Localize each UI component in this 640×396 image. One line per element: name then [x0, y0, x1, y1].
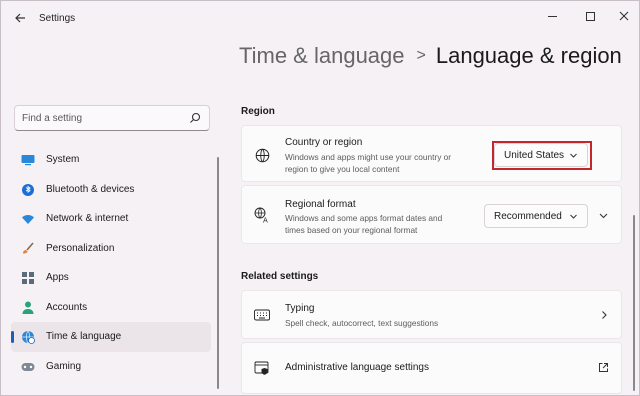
- sidebar-item-bluetooth[interactable]: Bluetooth & devices: [11, 175, 211, 205]
- sidebar-item-label: Apps: [46, 272, 69, 283]
- sidebar-item-time-language[interactable]: Time & language: [11, 322, 211, 352]
- external-link-icon: [599, 363, 608, 372]
- globe-icon: [254, 147, 270, 163]
- admin-shield-icon: [254, 360, 270, 376]
- minimize-icon: [547, 15, 557, 17]
- wifi-icon: [21, 212, 35, 226]
- page-title: Language & region: [435, 43, 622, 68]
- chevron-down-icon: [570, 214, 577, 219]
- related-settings-title: Related settings: [241, 271, 319, 282]
- svg-text:A: A: [263, 217, 268, 224]
- country-region-title: Country or region: [285, 137, 363, 148]
- admin-language-title: Administrative language settings: [285, 362, 429, 373]
- highlight-box: [492, 141, 592, 170]
- sidebar-item-accounts[interactable]: Accounts: [11, 293, 211, 323]
- regional-format-value: Recommended: [494, 211, 562, 222]
- close-button[interactable]: [605, 3, 640, 29]
- search-box[interactable]: [14, 105, 210, 131]
- regional-format-title: Regional format: [285, 199, 356, 210]
- sidebar-item-label: Network & internet: [46, 213, 129, 224]
- regional-format-desc-1: Windows and some apps format dates and: [285, 213, 443, 223]
- settings-window: Settings Time & language > Language & re…: [0, 0, 640, 396]
- expand-chevron-icon[interactable]: [598, 210, 609, 221]
- regional-format-icon: A: [254, 207, 270, 223]
- country-region-desc-1: Windows and apps might use your country …: [285, 152, 452, 162]
- regional-format-desc-2: times based on your regional format: [285, 225, 418, 235]
- back-arrow-icon: [15, 13, 25, 23]
- typing-card[interactable]: Typing Spell check, autocorrect, text su…: [241, 290, 622, 339]
- country-region-desc-2: region to give you local content: [285, 164, 400, 174]
- sidebar-item-label: Accounts: [46, 301, 88, 313]
- sidebar-item-label: System: [46, 154, 80, 165]
- sidebar-scrollbar[interactable]: [217, 157, 219, 389]
- sidebar-item-network[interactable]: Network & internet: [11, 204, 211, 234]
- breadcrumb-parent[interactable]: Time & language: [239, 43, 405, 69]
- search-icon[interactable]: [189, 112, 201, 124]
- globe-clock-icon: [21, 330, 35, 344]
- person-icon: [21, 301, 35, 315]
- sidebar-item-system[interactable]: System: [11, 145, 211, 175]
- breadcrumb: Time & language > Language & region: [239, 43, 622, 69]
- title-bar: Settings: [1, 1, 639, 35]
- apps-icon: [21, 271, 35, 285]
- minimize-button[interactable]: [533, 3, 571, 29]
- typing-title: Typing: [285, 303, 315, 314]
- maximize-icon: [585, 11, 595, 21]
- back-button[interactable]: [9, 7, 31, 29]
- monitor-icon: [21, 153, 35, 167]
- close-icon: [619, 11, 629, 21]
- keyboard-icon: [254, 307, 270, 323]
- regional-format-card[interactable]: A Regional format Windows and some apps …: [241, 185, 622, 244]
- sidebar-item-apps[interactable]: Apps: [11, 263, 211, 293]
- bluetooth-icon: [21, 183, 35, 197]
- sidebar-item-label: Gaming: [46, 360, 82, 372]
- sidebar-item-label: Time & language: [46, 331, 122, 342]
- sidebar-item-gaming[interactable]: Gaming: [11, 352, 211, 382]
- typing-desc: Spell check, autocorrect, text suggestio…: [285, 318, 439, 328]
- region-section-title: Region: [241, 106, 275, 117]
- chevron-right-icon: [602, 311, 607, 319]
- maximize-button[interactable]: [571, 3, 609, 29]
- sidebar-nav: System Bluetooth & devices Network & int…: [11, 145, 211, 381]
- breadcrumb-separator: >: [416, 47, 426, 64]
- active-indicator: [11, 331, 14, 343]
- paintbrush-icon: [21, 241, 35, 256]
- regional-format-dropdown[interactable]: Recommended: [484, 204, 588, 228]
- search-input[interactable]: [22, 111, 182, 126]
- sidebar-item-personalization[interactable]: Personalization: [11, 234, 211, 264]
- gamepad-icon: [21, 360, 35, 374]
- admin-language-card[interactable]: Administrative language settings: [241, 342, 622, 394]
- sidebar-item-label: Personalization: [46, 242, 115, 254]
- content-scrollbar[interactable]: [633, 215, 635, 391]
- app-title: Settings: [39, 13, 76, 24]
- sidebar-item-label: Bluetooth & devices: [46, 183, 135, 195]
- country-region-card: Country or region Windows and apps might…: [241, 125, 622, 182]
